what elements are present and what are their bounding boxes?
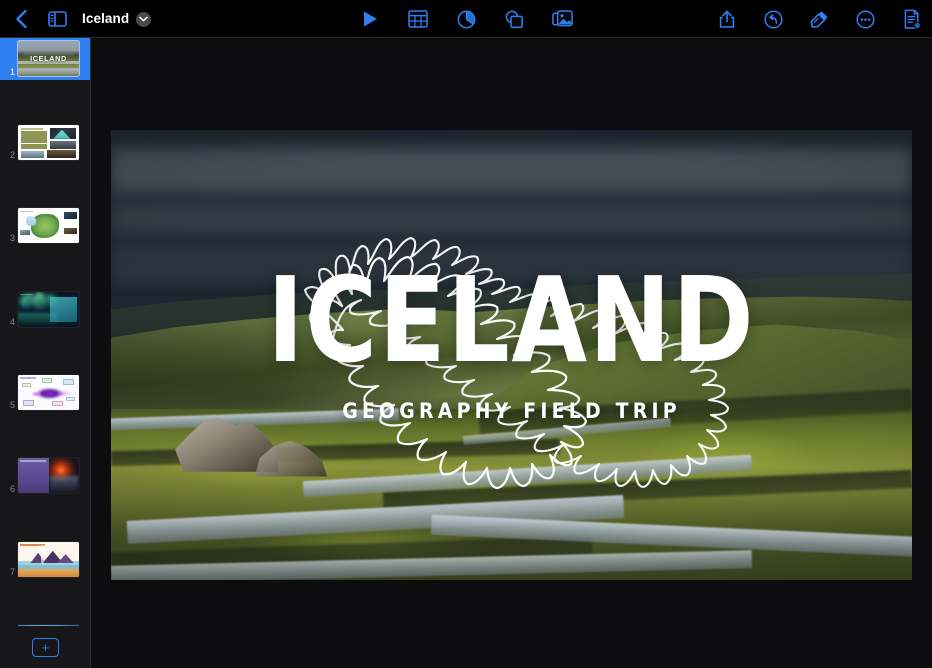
thumbnail-image: [18, 458, 79, 494]
insert-table-button[interactable]: [407, 8, 429, 30]
slide-number: 7: [9, 567, 15, 577]
toolbar-left-group: Iceland: [0, 8, 152, 30]
document-title: Iceland: [82, 11, 130, 27]
format-button[interactable]: [808, 8, 830, 30]
toolbar-right-group: [716, 0, 922, 38]
thumbnail-image: ICELAND: [18, 41, 79, 77]
slide-number: 5: [9, 400, 15, 411]
slide-thumbnail-1[interactable]: 1 ICELAND: [0, 38, 90, 80]
sidebar-toggle-button[interactable]: [46, 8, 68, 30]
slide-thumbnail-4[interactable]: 4: [0, 288, 90, 330]
insert-shape-button[interactable]: [503, 8, 525, 30]
photo-vignette: [111, 130, 912, 580]
undo-button[interactable]: [762, 8, 784, 30]
current-slide[interactable]: ICELAND GEOGRAPHY FIELD TRIP: [111, 130, 912, 580]
slide-background-photo: [111, 130, 912, 580]
slide-number: 4: [9, 316, 15, 327]
back-button[interactable]: [10, 8, 32, 30]
insert-chart-button[interactable]: [455, 8, 477, 30]
slide-number: 2: [9, 150, 15, 161]
slide-thumbnail-3[interactable]: 3: [0, 205, 90, 247]
slide-canvas[interactable]: ICELAND GEOGRAPHY FIELD TRIP: [91, 38, 932, 668]
toolbar: Iceland: [0, 0, 932, 38]
thumbnail-image: [18, 124, 79, 160]
document-options-button[interactable]: [900, 8, 922, 30]
chevron-down-icon[interactable]: [136, 11, 152, 27]
slide-number: 3: [9, 233, 15, 244]
thumbnail-image: [18, 208, 79, 244]
slide-number: 6: [9, 483, 15, 494]
slide-navigator[interactable]: 1 ICELAND 2 3 4 5 6 7 +: [0, 38, 91, 668]
slide-thumbnail-7[interactable]: 7: [0, 538, 90, 580]
slide-thumbnail-6[interactable]: 6: [0, 455, 90, 497]
document-title-group[interactable]: Iceland: [82, 11, 152, 27]
play-button[interactable]: [359, 8, 381, 30]
slide-thumbnail-5[interactable]: 5: [0, 372, 90, 414]
thumbnail-image: [18, 291, 79, 327]
slide-list: 1 ICELAND 2 3 4 5 6 7: [0, 38, 90, 661]
add-slide-area: +: [0, 626, 90, 668]
more-button[interactable]: [854, 8, 876, 30]
share-button[interactable]: [716, 8, 738, 30]
slide-thumbnail-2[interactable]: 2: [0, 121, 90, 163]
add-slide-button[interactable]: +: [32, 637, 59, 657]
keynote-window: Iceland 1 ICELAND 2 3 4 5 6 7 + ICELAND …: [0, 0, 932, 668]
thumbnail-image: [18, 374, 79, 410]
slide-number: 1: [9, 66, 15, 77]
thumbnail-image: [18, 541, 79, 577]
insert-media-button[interactable]: [551, 8, 573, 30]
